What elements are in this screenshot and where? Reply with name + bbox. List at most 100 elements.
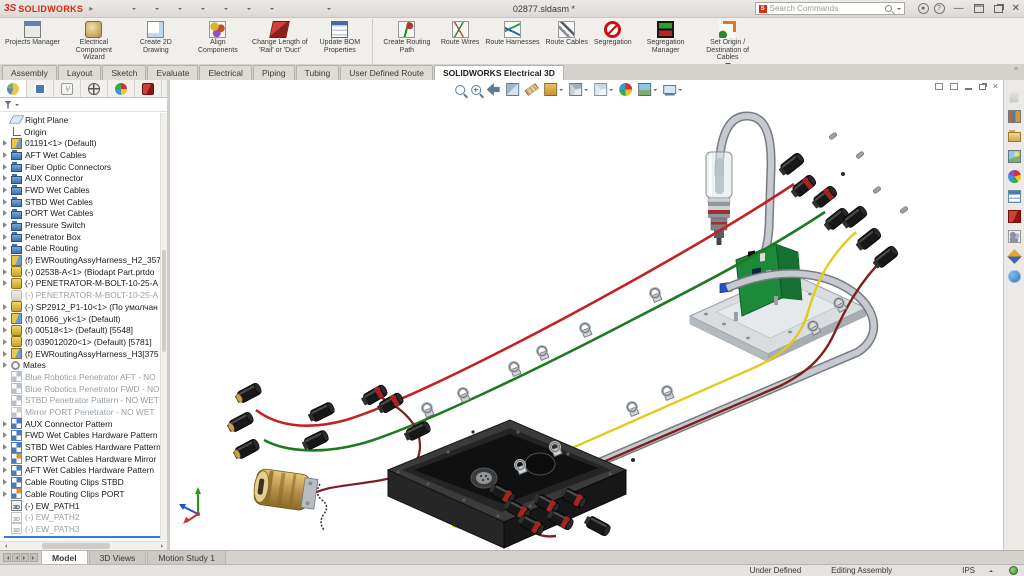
tree-item[interactable]: Cable Routing	[2, 243, 167, 255]
tree-item[interactable]: AUX Connector Pattern	[2, 418, 167, 430]
expand-arrow-icon[interactable]	[2, 304, 11, 310]
expand-arrow-icon[interactable]	[2, 257, 11, 263]
tree-item[interactable]: Mates	[2, 359, 167, 371]
tree-item[interactable]: (-) SP2912_P1-10<1> (По умолчан	[2, 301, 167, 313]
rollback-bar[interactable]	[4, 536, 161, 538]
minimize-button[interactable]: —	[954, 4, 964, 14]
scroll-left-arrow[interactable]	[0, 542, 9, 550]
command-tab[interactable]: SOLIDWORKS Electrical 3D	[434, 65, 564, 80]
custom-properties-icon[interactable]	[1006, 188, 1023, 204]
tree-item[interactable]: Right Plane	[2, 114, 167, 126]
graphics-viewport[interactable]: ×	[170, 80, 1003, 550]
next-sheet-icon[interactable]	[21, 553, 29, 562]
view-palette-icon[interactable]	[1006, 148, 1023, 164]
ribbon-button[interactable]: Electrical Component Wizard	[63, 19, 125, 64]
brass-connector[interactable]	[252, 468, 318, 512]
ribbon-button[interactable]: Align Components	[187, 19, 249, 64]
view-orientation-icon[interactable]	[568, 82, 589, 97]
ribbon-button[interactable]: Segregation Manager	[635, 19, 697, 64]
command-tab[interactable]: Layout	[58, 65, 102, 80]
prev-sheet-icon[interactable]	[12, 553, 20, 562]
search-commands-input[interactable]: S Search Commands	[755, 2, 905, 15]
view-settings-icon[interactable]	[662, 84, 683, 95]
expand-arrow-icon[interactable]	[2, 444, 11, 450]
expand-arrow-icon[interactable]	[2, 222, 11, 228]
tree-item[interactable]: (-) PENETRATOR-M-BOLT-10-25-A	[2, 278, 167, 290]
expand-arrow-icon[interactable]	[2, 164, 11, 170]
tree-item[interactable]: (f) EWRoutingAssyHarness_H3[375	[2, 348, 167, 360]
expand-arrow-icon[interactable]	[2, 456, 11, 462]
scrollbar-thumb[interactable]	[42, 543, 111, 549]
doc-close-icon[interactable]: ×	[993, 82, 998, 91]
tree-item[interactable]: PORT Wet Cables Hardware Mirror	[2, 453, 167, 465]
zoom-to-fit-icon[interactable]	[454, 84, 466, 96]
filter-icon[interactable]	[4, 101, 12, 109]
command-tab[interactable]: User Defined Route	[340, 65, 433, 80]
doc-window-icon[interactable]	[935, 83, 943, 90]
doc-minimize-icon[interactable]	[965, 88, 972, 90]
chevron-down-icon[interactable]	[15, 104, 19, 108]
tree-item[interactable]: STBD Penetrator Pattern - NO WET	[2, 395, 167, 407]
expand-arrow-icon[interactable]	[2, 210, 11, 216]
help-icon[interactable]: ?	[934, 3, 945, 14]
tree-item[interactable]: (f) 039012020<1> (Default) [5781]	[2, 336, 167, 348]
doc-restore-icon[interactable]	[979, 84, 986, 90]
expand-arrow-icon[interactable]	[2, 351, 11, 357]
tree-item[interactable]: Blue Robotics Penetrator AFT - NO	[2, 371, 167, 383]
expand-arrow-icon[interactable]	[2, 140, 11, 146]
tree-item[interactable]: Pressure Switch	[2, 219, 167, 231]
tree-item[interactable]: PORT Wet Cables	[2, 208, 167, 220]
login-icon[interactable]: ●	[918, 3, 929, 14]
command-tab[interactable]: Piping	[253, 65, 295, 80]
electrical-manager-tab[interactable]	[135, 80, 162, 97]
visualization-icon[interactable]	[543, 82, 564, 97]
design-library-icon[interactable]	[1006, 108, 1023, 124]
tree-item[interactable]: FWD Wet Cables Hardware Pattern	[2, 430, 167, 442]
redo-icon[interactable]	[231, 2, 253, 16]
apply-scene-icon[interactable]	[637, 82, 658, 97]
tree-horizontal-scrollbar[interactable]	[0, 541, 167, 550]
search-caret-icon[interactable]	[897, 8, 901, 12]
ribbon-button[interactable]: Route Cables	[542, 19, 590, 64]
display-style-icon[interactable]	[593, 82, 614, 97]
select-icon[interactable]	[254, 2, 276, 16]
electrical-manager-icon[interactable]	[1006, 208, 1023, 224]
tree-item[interactable]: STBD Wet Cables	[2, 196, 167, 208]
document-tab[interactable]: Model	[41, 551, 88, 564]
expand-arrow-icon[interactable]	[2, 199, 11, 205]
undo-icon[interactable]	[208, 2, 230, 16]
units-caret-icon[interactable]	[989, 568, 993, 572]
tree-item[interactable]: (f) EWRoutingAssyHarness_H2_357	[2, 254, 167, 266]
tree-item[interactable]: AFT Wet Cables	[2, 149, 167, 161]
restore-button[interactable]	[994, 5, 1003, 13]
options-icon[interactable]	[311, 2, 333, 16]
tree-item[interactable]: (-) PENETRATOR-M-BOLT-10-25-A	[2, 289, 167, 301]
featuremanager-tab[interactable]	[0, 80, 27, 97]
expand-arrow-icon[interactable]	[2, 421, 11, 427]
zoom-to-area-icon[interactable]	[470, 84, 482, 96]
tree-item[interactable]: (f) 00518<1> (Default) [5548]	[2, 324, 167, 336]
assembly-3d-view[interactable]	[170, 80, 1003, 550]
menu-expand-arrow[interactable]: ▸	[89, 4, 93, 13]
window-layout-button[interactable]	[974, 4, 984, 13]
command-tab[interactable]: Sketch	[102, 65, 146, 80]
expand-arrow-icon[interactable]	[2, 467, 11, 473]
file-properties-icon[interactable]	[294, 2, 310, 16]
expand-arrow-icon[interactable]	[2, 269, 11, 275]
expand-arrow-icon[interactable]	[2, 327, 11, 333]
expand-arrow-icon[interactable]	[2, 152, 11, 158]
edit-appearance-icon[interactable]	[618, 82, 633, 97]
previous-view-icon[interactable]	[486, 82, 501, 97]
print-icon[interactable]	[185, 2, 207, 16]
tree-item[interactable]: (f) 01066_yk<1> (Default)	[2, 313, 167, 325]
new-document-icon[interactable]	[116, 2, 138, 16]
rebuild-icon[interactable]	[277, 2, 293, 16]
tree-item[interactable]: (-) 02538-A<1> (Biodapt Part.prtdo	[2, 266, 167, 278]
tree-item[interactable]: Cable Routing Clips PORT	[2, 488, 167, 500]
solidworks-forum-icon[interactable]	[1006, 228, 1023, 244]
tree-item[interactable]: Fiber Optic Connectors	[2, 161, 167, 173]
appearances-scenes-icon[interactable]	[1006, 168, 1023, 184]
tree-item[interactable]: FWD Wet Cables	[2, 184, 167, 196]
solidworks-resources-icon[interactable]	[1006, 88, 1023, 104]
expand-arrow-icon[interactable]	[2, 245, 11, 251]
